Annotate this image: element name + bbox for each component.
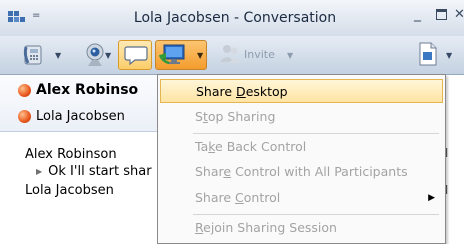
close-button[interactable]: ✕	[454, 7, 464, 22]
minimize-button[interactable]: _	[414, 6, 421, 22]
menu-item-stop-sharing[interactable]: Stop Sharing	[158, 105, 445, 129]
invite-button[interactable]: Invite ▼	[216, 40, 296, 70]
conversation-toolbar: ▼ ▼ ▼ Invite ▼ ▼	[0, 36, 464, 75]
communicator-logo-icon	[8, 11, 25, 22]
call-button[interactable]	[22, 40, 52, 70]
menu-item-share-control-all[interactable]: Share Control with All Participants	[158, 160, 445, 184]
instant-message-button[interactable]	[118, 40, 152, 70]
menu-separator	[193, 214, 439, 215]
participant-name: Lola Jacobsen	[36, 109, 125, 124]
share-dropdown-arrow[interactable]: ▼	[197, 51, 203, 60]
document-icon	[419, 42, 437, 66]
submenu-arrow-icon: ▶	[428, 193, 435, 203]
presence-busy-icon	[18, 110, 31, 123]
call-dropdown-arrow[interactable]: ▼	[55, 51, 61, 60]
message-sender: Lola Jacobsen	[25, 183, 114, 198]
menu-item-share-control[interactable]: Share Control ▶	[158, 186, 445, 210]
invite-label: Invite	[244, 48, 275, 61]
participant-item[interactable]: Lola Jacobsen	[18, 109, 125, 124]
conversation-history: Alex Robinson ▶ Ok I'll start shar Lola …	[0, 140, 160, 241]
menu-item-take-back-control[interactable]: Take Back Control	[158, 135, 445, 159]
instant-message-icon	[124, 46, 148, 66]
content-dropdown-arrow[interactable]: ▼	[446, 51, 452, 60]
menu-item-share-desktop[interactable]: Share Desktop	[160, 79, 443, 103]
participant-list: Alex Robinso Lola Jacobsen	[0, 75, 160, 132]
menu-item-rejoin-sharing[interactable]: Rejoin Sharing Session	[158, 216, 445, 240]
message-bullet-icon: ▶	[36, 167, 43, 176]
share-dropdown-menu: Share Desktop Stop Sharing Take Back Con…	[157, 74, 446, 244]
share-button[interactable]: ▼	[155, 40, 207, 70]
window-menu-dropdown[interactable]: =	[32, 10, 40, 21]
invite-dropdown-arrow[interactable]: ▼	[287, 51, 293, 60]
maximize-button[interactable]	[436, 9, 447, 20]
message-text-content: Ok I'll start shar	[48, 164, 152, 179]
video-dropdown-arrow[interactable]: ▼	[105, 51, 111, 60]
message-text: ▶ Ok I'll start shar	[36, 164, 152, 179]
message-sender: Alex Robinson	[25, 147, 117, 162]
share-desktop-icon	[158, 44, 185, 65]
phone-icon	[23, 45, 42, 65]
participant-name: Alex Robinso	[36, 82, 139, 98]
invite-icon	[220, 45, 240, 63]
menu-separator	[193, 133, 439, 134]
participant-item[interactable]: Alex Robinso	[18, 82, 138, 98]
content-button[interactable]: ▼	[416, 40, 456, 70]
title-bar: = Lola Jacobsen - Conversation _ ✕	[0, 0, 464, 36]
presence-busy-icon	[18, 83, 31, 97]
window-title: Lola Jacobsen - Conversation	[133, 10, 337, 26]
